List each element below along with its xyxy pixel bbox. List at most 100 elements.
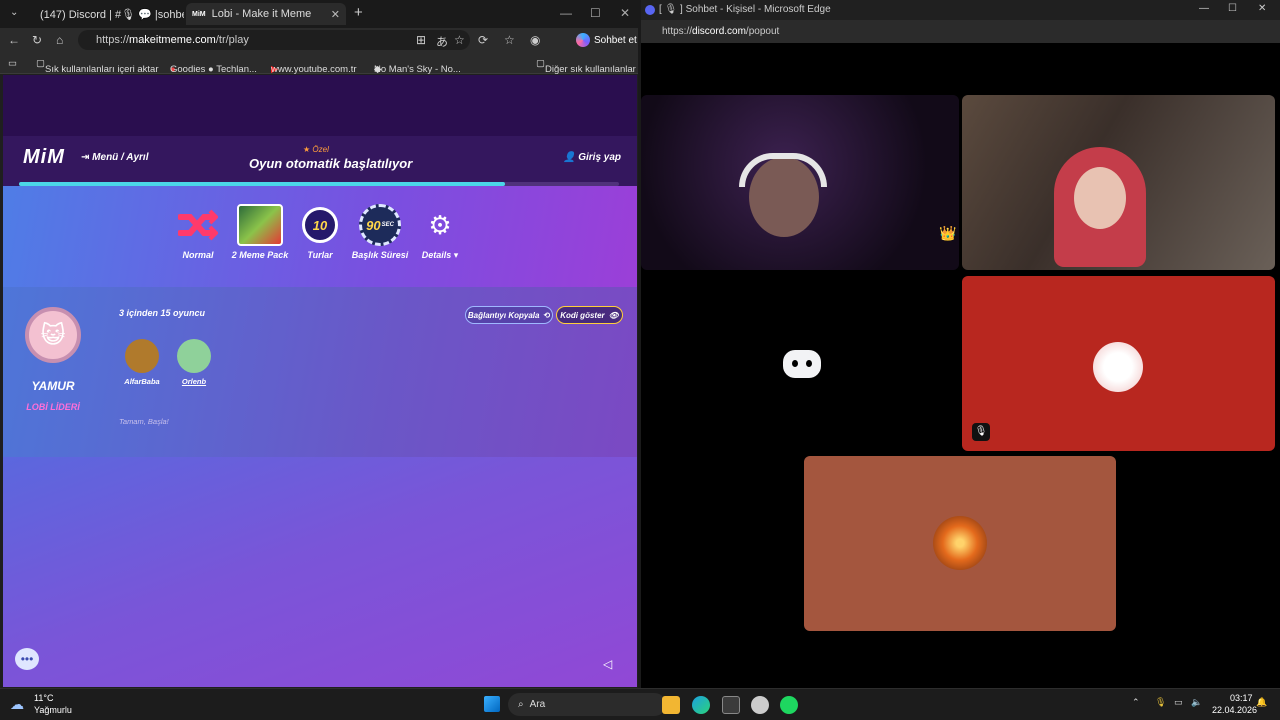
video-tile-discord-user[interactable] xyxy=(641,276,959,451)
search-icon: ⌕ xyxy=(518,699,524,710)
minimize-icon[interactable]: — xyxy=(1199,3,1209,14)
player-count: 3 içinden 15 oyuncu xyxy=(119,308,206,318)
link-icon: ⟲ xyxy=(543,310,551,320)
weather-cloud-icon: ☁ xyxy=(10,696,24,712)
microphone-icon[interactable]: 🎙 xyxy=(1155,697,1166,708)
windows-taskbar: ☁ 11°C Yağmurlu ⌕ Ara ⌃ 🎙 ▭ 🔈 03:17 22.04… xyxy=(0,688,1280,720)
player-name: Orlenb xyxy=(181,377,207,386)
profile-icon[interactable]: ◉ xyxy=(530,33,540,47)
meme-pack-icon xyxy=(237,204,283,246)
tab-discord-label: (147) Discord | #🎙 💬 |sohbet xyxy=(40,8,184,21)
discord-url-prefix: https:// xyxy=(662,26,693,37)
spotify-icon[interactable] xyxy=(780,696,798,714)
translate-icon[interactable]: あ xyxy=(436,33,448,50)
file-explorer-icon[interactable] xyxy=(662,696,680,714)
title-time-unit: SEC xyxy=(381,222,394,228)
clock-time[interactable]: 03:17 xyxy=(1230,693,1253,703)
maximize-icon[interactable]: ☐ xyxy=(590,6,601,20)
minimize-icon[interactable]: — xyxy=(560,6,572,20)
timer-icon: 90 SEC xyxy=(357,204,403,246)
favorites-icon[interactable]: ☆ xyxy=(504,33,515,47)
chat-bubble-icon[interactable]: ••• xyxy=(15,648,39,670)
copy-link-button[interactable]: Bağlantıyı Kopyala ⟲ xyxy=(465,306,553,324)
favorite-star-icon[interactable]: ☆ xyxy=(454,33,465,47)
discord-app-icon xyxy=(645,5,655,15)
details-label: Details xyxy=(421,250,452,260)
bookmark-nms-label: No Man's Sky - No... xyxy=(374,64,461,75)
tab-mim-label: Lobi - Make it Meme xyxy=(211,8,312,20)
bookmarks-menu-icon[interactable]: ▭ xyxy=(8,58,17,69)
player-card[interactable]: Orlenb xyxy=(169,339,219,386)
video-tile-bunny-user[interactable]: 🎙 xyxy=(962,276,1275,451)
lobby-panel: 😺 YAMUR LOBİ LİDERİ 3 içinden 15 oyuncu … xyxy=(3,287,637,457)
tab-menu-chevron-icon[interactable]: ⌄ xyxy=(10,7,18,18)
volume-icon[interactable]: 🔈 xyxy=(1191,697,1202,708)
network-icon[interactable]: ▭ xyxy=(1174,697,1183,708)
video-tile-streamer1[interactable]: 👑 xyxy=(641,95,959,270)
app-icon[interactable] xyxy=(751,696,769,714)
tray-chevron-icon[interactable]: ⌃ xyxy=(1132,697,1140,708)
discord-window-title: [ 🎙 ] Sohbet - Kişisel - Microsoft Edge xyxy=(659,4,831,15)
back-icon[interactable]: ← xyxy=(8,33,20,47)
url-host: makeitmeme.com xyxy=(129,34,216,46)
notification-icon[interactable]: 🔔 xyxy=(1256,697,1267,708)
special-badge: ★ Özel xyxy=(303,145,329,154)
mim-logo[interactable]: MiM xyxy=(23,146,65,169)
headphones-icon xyxy=(739,153,827,187)
edge-icon[interactable] xyxy=(692,696,710,714)
maximize-icon[interactable]: ☐ xyxy=(1228,3,1237,14)
mode-label: Normal xyxy=(182,250,214,260)
window-close-icon[interactable]: ✕ xyxy=(620,6,630,20)
url-field[interactable]: https://makeitmeme.com/tr/play xyxy=(78,30,470,50)
title-time-label: Başlık Süresi xyxy=(351,250,409,260)
page-header-band xyxy=(3,75,637,136)
login-button[interactable]: 👤 Giriş yap xyxy=(563,152,621,163)
exit-icon: ⇥ xyxy=(81,152,93,163)
discord-address-bar: https://discord.com/popout xyxy=(641,20,1280,43)
extensions-icon[interactable]: ⟳ xyxy=(478,33,488,47)
copilot-icon xyxy=(576,33,590,47)
player-name: AlfarBaba xyxy=(124,377,160,386)
show-code-label: Kodi göster xyxy=(560,310,605,320)
app-icon[interactable]: ⊞ xyxy=(416,33,426,47)
login-label: Giriş yap xyxy=(578,152,622,163)
chat-button[interactable]: Sohbet et xyxy=(594,35,637,46)
right-browser-window: [ 🎙 ] Sohbet - Kişisel - Microsoft Edge … xyxy=(641,0,1280,688)
host-avatar: 😺 xyxy=(25,307,81,363)
copy-link-label: Bağlantıyı Kopyala xyxy=(467,310,540,320)
tab-discord[interactable]: (147) Discord | #🎙 💬 |sohbet ✕ xyxy=(28,3,184,25)
url-path: /tr/play xyxy=(215,34,249,46)
weather-desc[interactable]: Yağmurlu xyxy=(34,705,72,715)
new-tab-icon[interactable]: + xyxy=(354,4,363,21)
player-avatar xyxy=(177,339,211,373)
start-icon[interactable] xyxy=(484,696,500,712)
close-icon[interactable]: ✕ xyxy=(331,8,340,21)
discord-url[interactable]: https://discord.com/popout xyxy=(662,26,779,37)
menu-leave-button[interactable]: ⇥ Menü / Ayrıl xyxy=(81,152,148,163)
taskbar-search[interactable]: ⌕ Ara xyxy=(508,693,666,716)
video-tile-fire-user[interactable] xyxy=(804,456,1116,631)
bookmarks-bar: ▭ ▢ Sık kullanılanları içeri aktar ● Goo… xyxy=(0,52,640,75)
refresh-icon[interactable]: ↻ xyxy=(32,33,42,47)
bookmark-import-label: Sık kullanılanları içeri aktar xyxy=(44,64,159,75)
crown-icon: 👑 xyxy=(939,225,957,241)
home-icon[interactable]: ⌂ xyxy=(56,33,63,47)
tab-bar: ⌄ (147) Discord | #🎙 💬 |sohbet ✕ MiM Lob… xyxy=(0,0,640,28)
url-prefix: https:// xyxy=(96,34,130,46)
mode-option[interactable]: Normal xyxy=(163,204,233,260)
clock-date[interactable]: 22.04.2026 xyxy=(1212,705,1257,715)
tab-make-it-meme[interactable]: MiM Lobi - Make it Meme ✕ xyxy=(186,3,346,25)
weather-temp[interactable]: 11°C xyxy=(34,693,53,703)
video-tile-streamer2[interactable] xyxy=(962,95,1275,270)
show-code-button[interactable]: Kodi göster 👁 xyxy=(556,306,623,324)
taskbar-search-placeholder: Ara xyxy=(529,699,546,710)
bookmark-other[interactable]: ▢ Diğer sık kullanılanlar xyxy=(536,58,636,75)
bookmark-import[interactable]: ▢ Sık kullanılanları içeri aktar xyxy=(36,58,159,75)
sound-toggle-icon[interactable]: ◁ xyxy=(603,657,612,671)
title-time-value: 90 xyxy=(366,217,381,233)
store-icon[interactable] xyxy=(722,696,740,714)
window-close-icon[interactable]: ✕ xyxy=(1258,3,1266,14)
bookmark-youtube-label: www.youtube.com.tr xyxy=(271,64,357,75)
player-card[interactable]: AlfarBaba xyxy=(117,339,167,386)
details-option[interactable]: ⚙ Details ▾ xyxy=(405,204,475,261)
